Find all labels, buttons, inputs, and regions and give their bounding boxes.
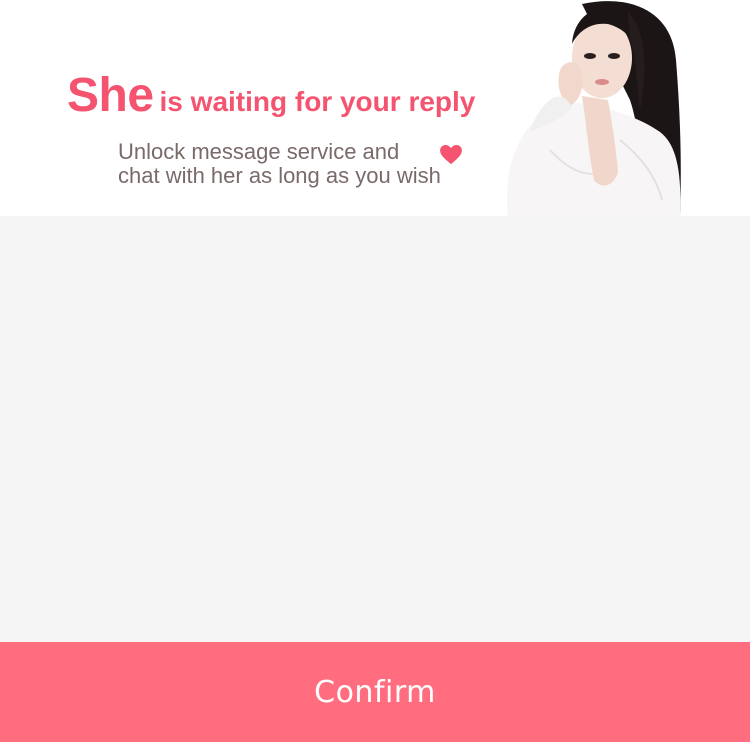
- banner-title-text: is waiting for your reply: [159, 86, 476, 117]
- unlock-message-page: She is waiting for your reply Unlock mess…: [0, 0, 750, 742]
- banner-title-emphasis: She: [67, 69, 154, 122]
- banner-subtitle: Unlock message service and chat with her…: [118, 140, 478, 188]
- unlock-banner: She is waiting for your reply Unlock mess…: [0, 0, 750, 216]
- woman-portrait-image: [506, 1, 681, 216]
- confirm-button[interactable]: Confirm: [0, 642, 750, 742]
- heart-icon: [440, 145, 462, 165]
- banner-subtitle-line-1: Unlock message service and: [118, 139, 400, 164]
- banner-title: She is waiting for your reply: [67, 72, 475, 120]
- banner-subtitle-line-2: chat with her as long as you wish: [118, 163, 441, 188]
- content-area: [0, 216, 750, 642]
